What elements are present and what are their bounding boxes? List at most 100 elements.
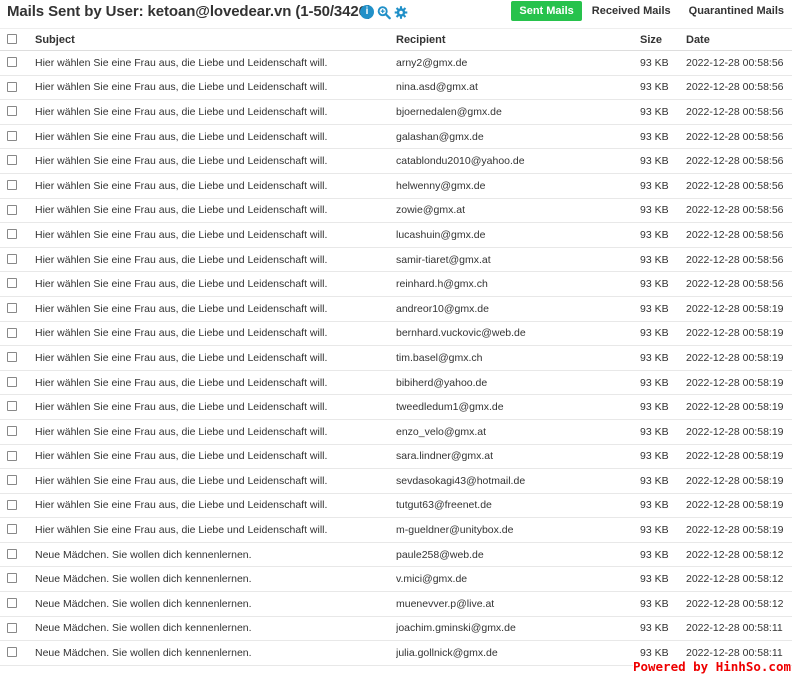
table-row[interactable]: Hier wählen Sie eine Frau aus, die Liebe… — [0, 321, 792, 347]
row-checkbox[interactable] — [7, 425, 17, 436]
recipient-cell: paule258@web.de — [396, 542, 640, 568]
size-cell: 93 KB — [640, 493, 686, 519]
settings-gear-icon[interactable] — [394, 5, 408, 19]
table-row[interactable]: Hier wählen Sie eine Frau aus, die Liebe… — [0, 394, 792, 420]
table-row[interactable]: Hier wählen Sie eine Frau aus, die Liebe… — [0, 468, 792, 494]
table-row[interactable]: Hier wählen Sie eine Frau aus, die Liebe… — [0, 198, 792, 224]
row-checkbox[interactable] — [7, 622, 17, 633]
column-header-recipient[interactable]: Recipient — [396, 28, 640, 51]
row-checkbox[interactable] — [7, 499, 17, 510]
table-body: Hier wählen Sie eine Frau aus, die Liebe… — [0, 50, 792, 666]
table-row[interactable]: Hier wählen Sie eine Frau aus, die Liebe… — [0, 148, 792, 174]
subject-cell: Hier wählen Sie eine Frau aus, die Liebe… — [35, 394, 396, 420]
table-row[interactable]: Hier wählen Sie eine Frau aus, die Liebe… — [0, 50, 792, 76]
subject-cell: Hier wählen Sie eine Frau aus, die Liebe… — [35, 148, 396, 174]
recipient-cell: m-gueldner@unitybox.de — [396, 517, 640, 543]
recipient-cell: muenevver.p@live.at — [396, 591, 640, 617]
table-row[interactable]: Hier wählen Sie eine Frau aus, die Liebe… — [0, 419, 792, 445]
row-checkbox-cell — [0, 419, 35, 445]
row-checkbox[interactable] — [7, 204, 17, 215]
title-icons: i — [360, 5, 408, 19]
size-cell: 93 KB — [640, 542, 686, 568]
row-checkbox[interactable] — [7, 352, 17, 363]
row-checkbox[interactable] — [7, 475, 17, 486]
subject-cell: Hier wählen Sie eine Frau aus, die Liebe… — [35, 419, 396, 445]
row-checkbox-cell — [0, 370, 35, 396]
subject-cell: Hier wählen Sie eine Frau aus, die Liebe… — [35, 444, 396, 470]
column-header-subject[interactable]: Subject — [35, 28, 396, 51]
tab-received-mails[interactable]: Received Mails — [584, 2, 679, 20]
table-row[interactable]: Hier wählen Sie eine Frau aus, die Liebe… — [0, 517, 792, 543]
table-row[interactable]: Hier wählen Sie eine Frau aus, die Liebe… — [0, 345, 792, 371]
date-cell: 2022-12-28 00:58:56 — [686, 124, 792, 150]
column-header-date[interactable]: Date — [686, 28, 792, 51]
subject-cell: Neue Mädchen. Sie wollen dich kennenlern… — [35, 591, 396, 617]
row-checkbox[interactable] — [7, 253, 17, 264]
subject-cell: Hier wählen Sie eine Frau aus, die Liebe… — [35, 173, 396, 199]
subject-cell: Hier wählen Sie eine Frau aus, die Liebe… — [35, 321, 396, 347]
row-checkbox[interactable] — [7, 57, 17, 68]
recipient-cell: arny2@gmx.de — [396, 50, 640, 76]
subject-cell: Neue Mädchen. Sie wollen dich kennenlern… — [35, 542, 396, 568]
date-cell: 2022-12-28 00:58:56 — [686, 271, 792, 297]
table-row[interactable]: Hier wählen Sie eine Frau aus, die Liebe… — [0, 271, 792, 297]
table-row[interactable]: Hier wählen Sie eine Frau aus, die Liebe… — [0, 222, 792, 248]
info-icon[interactable]: i — [360, 5, 374, 19]
date-cell: 2022-12-28 00:58:19 — [686, 517, 792, 543]
table-row[interactable]: Hier wählen Sie eine Frau aus, die Liebe… — [0, 124, 792, 150]
tab-quarantined-mails[interactable]: Quarantined Mails — [681, 2, 792, 20]
table-row[interactable]: Neue Mädchen. Sie wollen dich kennenlern… — [0, 566, 792, 593]
table-row[interactable]: Neue Mädchen. Sie wollen dich kennenlern… — [0, 591, 792, 617]
row-checkbox[interactable] — [7, 647, 17, 658]
table-row[interactable]: Hier wählen Sie eine Frau aus, die Liebe… — [0, 247, 792, 273]
row-checkbox[interactable] — [7, 598, 17, 609]
tab-sent-mails[interactable]: Sent Mails — [511, 1, 582, 21]
recipient-cell: julia.gollnick@gmx.de — [396, 640, 640, 666]
table-row[interactable]: Hier wählen Sie eine Frau aus, die Liebe… — [0, 296, 792, 322]
table-row[interactable]: Hier wählen Sie eine Frau aus, die Liebe… — [0, 99, 792, 125]
row-checkbox[interactable] — [7, 229, 17, 240]
recipient-cell: nina.asd@gmx.at — [396, 75, 640, 101]
subject-cell: Hier wählen Sie eine Frau aus, die Liebe… — [35, 370, 396, 396]
row-checkbox-cell — [0, 75, 35, 101]
size-cell: 93 KB — [640, 566, 686, 593]
table-row[interactable]: Neue Mädchen. Sie wollen dich kennenlern… — [0, 542, 792, 568]
size-cell: 93 KB — [640, 247, 686, 273]
row-checkbox[interactable] — [7, 573, 17, 584]
recipient-cell: andreor10@gmx.de — [396, 296, 640, 322]
row-checkbox[interactable] — [7, 278, 17, 289]
row-checkbox[interactable] — [7, 302, 17, 313]
row-checkbox[interactable] — [7, 376, 17, 387]
row-checkbox[interactable] — [7, 155, 17, 166]
date-cell: 2022-12-28 00:58:56 — [686, 198, 792, 224]
row-checkbox[interactable] — [7, 130, 17, 141]
row-checkbox[interactable] — [7, 81, 17, 92]
table-row[interactable]: Hier wählen Sie eine Frau aus, die Liebe… — [0, 173, 792, 199]
size-cell: 93 KB — [640, 345, 686, 371]
table-row[interactable]: Hier wählen Sie eine Frau aus, die Liebe… — [0, 370, 792, 396]
select-all-checkbox[interactable] — [7, 33, 17, 44]
row-checkbox[interactable] — [7, 548, 17, 559]
date-cell: 2022-12-28 00:58:56 — [686, 173, 792, 199]
row-checkbox[interactable] — [7, 401, 17, 412]
zoom-search-icon[interactable] — [377, 5, 391, 19]
row-checkbox[interactable] — [7, 106, 17, 117]
size-cell: 93 KB — [640, 419, 686, 445]
row-checkbox[interactable] — [7, 524, 17, 535]
row-checkbox-cell — [0, 321, 35, 347]
date-cell: 2022-12-28 00:58:56 — [686, 148, 792, 174]
table-row[interactable]: Hier wählen Sie eine Frau aus, die Liebe… — [0, 493, 792, 519]
row-checkbox-cell — [0, 148, 35, 174]
size-cell: 93 KB — [640, 591, 686, 617]
recipient-cell: enzo_velo@gmx.at — [396, 419, 640, 445]
subject-cell: Hier wählen Sie eine Frau aus, die Liebe… — [35, 296, 396, 322]
table-row[interactable]: Neue Mädchen. Sie wollen dich kennenlern… — [0, 616, 792, 642]
recipient-cell: tutgut63@freenet.de — [396, 493, 640, 519]
table-row[interactable]: Hier wählen Sie eine Frau aus, die Liebe… — [0, 444, 792, 470]
table-row[interactable]: Hier wählen Sie eine Frau aus, die Liebe… — [0, 75, 792, 101]
column-header-size[interactable]: Size — [640, 28, 686, 51]
row-checkbox[interactable] — [7, 450, 17, 461]
header-bar: Mails Sent by User: ketoan@lovedear.vn (… — [0, 0, 792, 24]
row-checkbox[interactable] — [7, 327, 17, 338]
row-checkbox[interactable] — [7, 179, 17, 190]
